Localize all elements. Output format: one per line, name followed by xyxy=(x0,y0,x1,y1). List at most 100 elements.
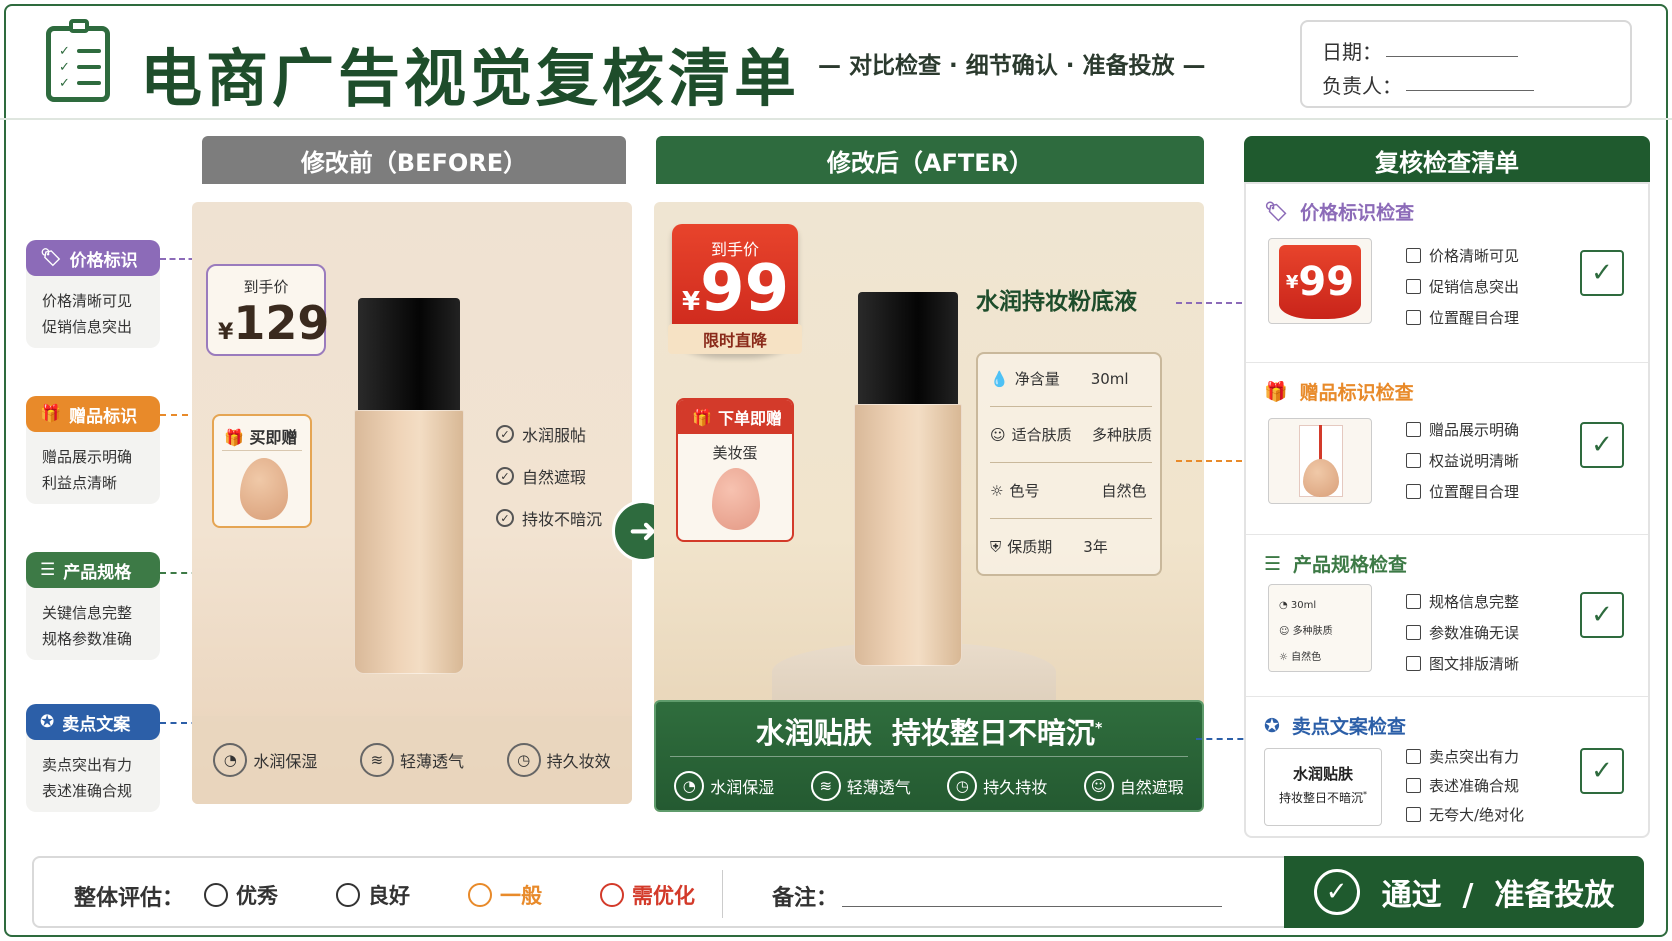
note-field[interactable] xyxy=(842,906,1222,907)
shield-icon: ✪ xyxy=(40,712,55,732)
thumb-spec: 自然色 xyxy=(1291,652,1322,663)
option-excellent[interactable]: 优秀 xyxy=(204,880,278,910)
checkbox-label: 卖点突出有力 xyxy=(1429,748,1520,766)
checkbox-label: 位置醒目合理 xyxy=(1429,483,1520,501)
feature-label: 轻薄透气 xyxy=(846,778,911,797)
option-needs-improvement[interactable]: 需优化 xyxy=(600,880,695,910)
checkbox-item[interactable]: 表述准确合规 xyxy=(1406,771,1524,800)
slogan-mark: * xyxy=(1094,720,1103,737)
tag-card-copy: ✪ 卖点文案 卖点突出有力 表述准确合规 xyxy=(26,704,160,812)
checkbox-label: 价格清晰可见 xyxy=(1429,247,1520,265)
spec-key: 适合肤质 xyxy=(1011,426,1072,444)
section-title: 产品规格检查 xyxy=(1293,554,1408,576)
spec-value: 多种肤质 xyxy=(1091,426,1152,444)
pass-label: 通过 / 准备投放 xyxy=(1381,878,1615,913)
tag-label: 赠品标识 xyxy=(69,406,138,427)
feature-label: 水润保湿 xyxy=(253,752,318,771)
checkbox-item[interactable]: 图文排版清晰 xyxy=(1406,648,1519,679)
feature-label: 持久妆效 xyxy=(546,752,611,771)
pass-button[interactable]: ✓ 通过 / 准备投放 xyxy=(1284,856,1644,928)
date-label: 日期： xyxy=(1322,40,1382,64)
checkbox[interactable] xyxy=(1406,625,1421,640)
checkbox[interactable] xyxy=(1406,778,1421,793)
checkbox[interactable] xyxy=(1406,594,1421,609)
gift-item-name: 美妆蛋 xyxy=(712,444,758,462)
checkbox-item[interactable]: 权益说明清晰 xyxy=(1406,445,1519,476)
checkbox-item[interactable]: 卖点突出有力 xyxy=(1406,742,1524,771)
checkbox-item[interactable]: 赠品展示明确 xyxy=(1406,414,1519,445)
checkbox[interactable] xyxy=(1406,749,1421,764)
checkbox-label: 赠品展示明确 xyxy=(1429,421,1520,439)
price-value: 129 xyxy=(233,296,330,350)
feature-label: 水润保湿 xyxy=(710,778,775,797)
drop-icon: ◔ xyxy=(213,743,248,777)
feature-label: 持久持妆 xyxy=(983,778,1048,797)
checkbox-item[interactable]: 促销信息突出 xyxy=(1406,271,1519,302)
owner-label: 负责人： xyxy=(1322,74,1402,98)
gift-icon: 🎁 xyxy=(692,407,712,427)
checkbox-item[interactable]: 价格清晰可见 xyxy=(1406,240,1519,271)
checkbox[interactable] xyxy=(1406,453,1421,468)
clipboard-icon: ✓ ✓ ✓ xyxy=(46,19,110,102)
slogan-text: 水润贴肤 持妆整日不暗沉 xyxy=(755,716,1095,750)
radio-circle[interactable] xyxy=(600,883,624,907)
tag-line: 促销信息突出 xyxy=(42,318,133,336)
checkbox[interactable] xyxy=(1406,656,1421,671)
sun-icon: ☼ xyxy=(990,481,1004,500)
price-badge-after: 到手价 ¥99 限时直降 xyxy=(668,224,802,354)
product-name: 水润持妆粉底液 xyxy=(976,289,1137,315)
checklist-panel: 🏷 价格标识检查 ¥99 价格清晰可见 促销信息突出 位置醒目合理 ✓ 🎁 赠品标识… xyxy=(1244,182,1650,838)
check-confirm-icon[interactable]: ✓ xyxy=(1580,748,1624,794)
price-value: 99 xyxy=(700,252,790,326)
drop-icon: ◔ xyxy=(674,771,705,801)
option-good[interactable]: 良好 xyxy=(336,880,410,910)
checkbox-label: 权益说明清晰 xyxy=(1429,452,1520,470)
radio-circle[interactable] xyxy=(204,883,228,907)
checkbox-label: 参数准确无误 xyxy=(1429,624,1520,642)
owner-field[interactable] xyxy=(1406,90,1534,91)
checkbox[interactable] xyxy=(1406,807,1421,822)
check-confirm-icon[interactable]: ✓ xyxy=(1580,422,1624,468)
sponge-image xyxy=(1303,459,1339,497)
radio-circle[interactable] xyxy=(468,883,492,907)
wave-icon: ≋ xyxy=(359,743,394,777)
list-icon: ☰ xyxy=(1264,552,1282,575)
check-section-copy: ✪ 卖点文案检查 水润贴肤 持妆整日不暗沉* 卖点突出有力 表述准确合规 无夸大/… xyxy=(1246,698,1648,838)
before-header: 修改前（BEFORE） xyxy=(202,136,626,184)
checkbox[interactable] xyxy=(1406,279,1421,294)
checkbox-item[interactable]: 参数准确无误 xyxy=(1406,617,1519,648)
checkbox[interactable] xyxy=(1406,310,1421,325)
date-field[interactable] xyxy=(1386,56,1518,57)
tag-card-spec: ☰ 产品规格 关键信息完整 规格参数准确 xyxy=(26,552,160,660)
thumb-gift xyxy=(1268,418,1372,504)
tag-line: 关键信息完整 xyxy=(42,604,133,622)
gift-icon: 🎁 xyxy=(1264,381,1288,403)
wave-icon: ≋ xyxy=(810,771,841,801)
feature-bar-before: ◔ 水润保湿 ≋ 轻薄透气 ◷ 持久妆效 xyxy=(192,716,632,804)
checkbox-item[interactable]: 规格信息完整 xyxy=(1406,586,1519,617)
checkbox-item[interactable]: 位置醒目合理 xyxy=(1406,302,1519,333)
tag-label: 价格标识 xyxy=(69,250,138,271)
currency-symbol: ¥ xyxy=(682,287,701,317)
price-card-before: 到手价 ¥129 xyxy=(206,264,330,356)
spec-box: 💧 净含量 30ml ☺ 适合肤质 多种肤质 ☼ 色号 自然色 ⛨ 保质期 3年 xyxy=(976,352,1162,576)
checkbox[interactable] xyxy=(1406,484,1421,499)
checkbox-label: 无夸大/绝对化 xyxy=(1429,806,1525,824)
checkbox-label: 促销信息突出 xyxy=(1429,278,1520,296)
checkbox-item[interactable]: 无夸大/绝对化 xyxy=(1406,800,1524,829)
checkbox-item[interactable]: 位置醒目合理 xyxy=(1406,476,1519,507)
section-title: 卖点文案检查 xyxy=(1291,716,1406,738)
face-icon: ☺ xyxy=(1083,771,1114,801)
checkbox[interactable] xyxy=(1406,248,1421,263)
option-average[interactable]: 一般 xyxy=(468,880,542,910)
check-confirm-icon[interactable]: ✓ xyxy=(1580,592,1624,638)
check-confirm-icon[interactable]: ✓ xyxy=(1580,250,1624,296)
header-divider xyxy=(0,118,1672,120)
radio-circle[interactable] xyxy=(336,883,360,907)
drop-icon: 💧 xyxy=(990,369,1009,388)
sponge-image xyxy=(712,468,760,530)
gift-label: 下单即赠 xyxy=(717,409,782,428)
checkbox[interactable] xyxy=(1406,422,1421,437)
gift-card-after: 🎁 下单即赠 美妆蛋 xyxy=(676,398,794,542)
date-owner-box: 日期： 负责人： xyxy=(1300,20,1632,108)
